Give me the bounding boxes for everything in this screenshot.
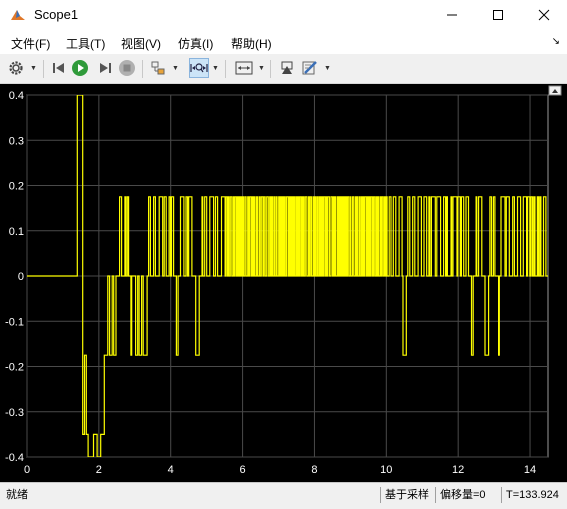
zoom-time-icon xyxy=(190,63,208,73)
y-tick-label: -0.1 xyxy=(5,316,24,328)
status-offset: 偏移量=0 xyxy=(435,487,486,503)
scope-window: Scope1 文件(F) 工具(T) 视图(V) 仿真(I) 帮助(H) ↘ ▼ xyxy=(0,0,567,509)
y-tick-label: -0.2 xyxy=(5,362,24,374)
step-forward-button[interactable] xyxy=(95,58,115,78)
minimize-button[interactable] xyxy=(429,0,475,30)
highlight-block-button[interactable] xyxy=(148,58,168,78)
step-forward-icon xyxy=(100,63,111,73)
status-sample-mode: 基于采样 xyxy=(380,487,429,503)
close-button[interactable] xyxy=(521,0,567,30)
settings-dropdown-icon[interactable]: ▼ xyxy=(30,65,37,72)
matlab-scope-icon xyxy=(11,10,25,20)
close-icon xyxy=(538,9,550,21)
maximize-icon xyxy=(493,10,503,20)
menu-bar: 文件(F) 工具(T) 视图(V) 仿真(I) 帮助(H) ↘ xyxy=(0,30,567,54)
y-tick-label: -0.3 xyxy=(5,407,24,419)
autoscale-button[interactable] xyxy=(234,58,254,78)
minimize-icon xyxy=(447,14,457,16)
status-ready: 就绪 xyxy=(6,489,28,501)
run-button[interactable] xyxy=(70,58,90,78)
gear-icon xyxy=(9,61,23,75)
autoscale-dropdown-icon[interactable]: ▼ xyxy=(258,65,265,72)
menu-help[interactable]: 帮助(H) xyxy=(231,35,272,52)
y-tick-label: 0.4 xyxy=(9,90,24,102)
menu-file[interactable]: 文件(F) xyxy=(11,35,50,52)
zoom-time-button[interactable] xyxy=(189,58,209,78)
zoom-dropdown-icon[interactable]: ▼ xyxy=(212,65,219,72)
step-back-button[interactable] xyxy=(49,58,69,78)
x-tick-label: 6 xyxy=(240,464,246,476)
style-dropdown-icon[interactable]: ▼ xyxy=(324,65,331,72)
toolbar: ▼ ▼ ▼ ▼ ▼ xyxy=(0,55,567,84)
stop-button[interactable] xyxy=(117,58,137,78)
x-tick-label: 4 xyxy=(168,464,174,476)
step-back-icon xyxy=(53,63,64,73)
status-time: T=133.924 xyxy=(501,487,559,503)
toolbar-separator xyxy=(43,60,44,78)
restore-icon xyxy=(281,61,293,74)
menu-simulation[interactable]: 仿真(I) xyxy=(178,35,213,52)
x-tick-label: 0 xyxy=(24,464,30,476)
autoscale-icon xyxy=(235,61,253,75)
stop-icon xyxy=(119,60,135,76)
scope-plot-area: 0 2 4 6 8 10 12 14 0.4 0.3 0.2 0.1 0 -0.1 -0.2 -0.3 -0.4 xyxy=(0,84,567,482)
y-tick-label: -0.4 xyxy=(5,452,24,464)
settings-button[interactable] xyxy=(6,58,26,78)
toolbar-separator xyxy=(142,60,143,78)
y-tick-label: 0.1 xyxy=(9,226,24,238)
y-tick-label: 0.3 xyxy=(9,135,24,147)
x-tick-label: 10 xyxy=(380,464,392,476)
x-tick-label: 12 xyxy=(452,464,464,476)
x-tick-label: 2 xyxy=(96,464,102,476)
scope-chart[interactable]: 0 2 4 6 8 10 12 14 0.4 0.3 0.2 0.1 0 -0.1 -0.2 -0.3 -0.4 xyxy=(0,84,567,482)
style-icon xyxy=(302,61,317,75)
highlight-block-icon xyxy=(151,61,165,75)
x-tick-label: 8 xyxy=(311,464,317,476)
restore-button[interactable] xyxy=(277,58,297,78)
menu-corner-arrow-icon[interactable]: ↘ xyxy=(552,36,560,47)
toolbar-separator xyxy=(225,60,226,78)
x-tick-label: 14 xyxy=(524,464,536,476)
menu-tools[interactable]: 工具(T) xyxy=(66,35,105,52)
y-tick-label: 0.2 xyxy=(9,181,24,193)
toolbar-separator xyxy=(270,60,271,78)
run-icon xyxy=(72,60,88,76)
status-bar: 就绪 基于采样 偏移量=0 T=133.924 xyxy=(0,482,567,509)
window-title: Scope1 xyxy=(34,7,79,22)
title-bar: Scope1 xyxy=(0,0,567,30)
style-button[interactable] xyxy=(300,58,320,78)
highlight-dropdown-icon[interactable]: ▼ xyxy=(172,65,179,72)
menu-view[interactable]: 视图(V) xyxy=(121,35,161,52)
maximize-button[interactable] xyxy=(475,0,521,30)
y-tick-label: 0 xyxy=(18,271,24,283)
